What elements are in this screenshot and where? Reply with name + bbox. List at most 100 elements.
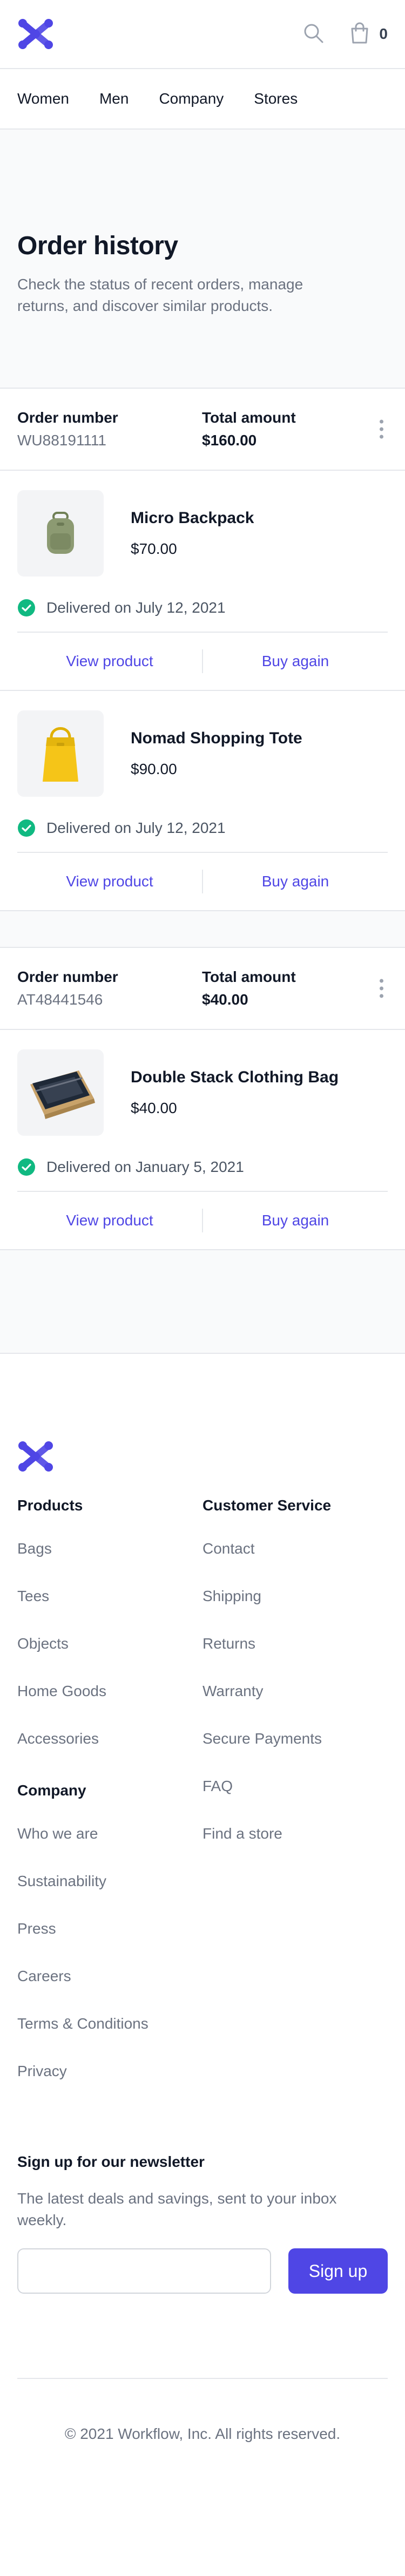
newsletter-heading: Sign up for our newsletter (17, 2153, 205, 2170)
section-spacer (0, 1250, 405, 1354)
newsletter-section: Sign up for our newsletter The latest de… (17, 2110, 388, 2294)
check-circle-icon (18, 819, 35, 837)
order-card: Order number AT48441546 Total amount $40… (0, 948, 405, 1250)
product-image-green-backpack (17, 490, 104, 577)
header-actions: 0 (302, 22, 388, 46)
nav-item-men[interactable]: Men (99, 90, 129, 107)
nav-item-stores[interactable]: Stores (254, 90, 298, 107)
footer-link-home-goods[interactable]: Home Goods (17, 1683, 202, 1730)
workflow-logo-icon (18, 1441, 53, 1472)
product-price: $40.00 (131, 1100, 177, 1116)
product-name: Nomad Shopping Tote (131, 729, 302, 747)
logo[interactable] (17, 18, 54, 50)
product-price: $70.00 (131, 540, 177, 557)
footer-link-shipping[interactable]: Shipping (202, 1588, 388, 1635)
footer-link-privacy[interactable]: Privacy (17, 2063, 202, 2110)
more-options-icon[interactable] (380, 419, 383, 439)
product-actions: View product Buy again (17, 632, 388, 690)
page-hero: Order history Check the status of recent… (0, 130, 405, 389)
site-footer: Products Bags Tees Objects Home Goods Ac… (0, 1354, 405, 2489)
view-product-link[interactable]: View product (17, 649, 202, 673)
order-number-label: Order number (17, 409, 118, 426)
order-number: Order number WU88191111 (17, 409, 202, 449)
order-number: Order number AT48441546 (17, 968, 202, 1008)
footer-link-terms[interactable]: Terms & Conditions (17, 2015, 202, 2063)
delivery-status: Delivered on January 5, 2021 (17, 1143, 388, 1191)
delivery-status-text: Delivered on July 12, 2021 (46, 599, 226, 616)
view-product-link[interactable]: View product (17, 1209, 202, 1232)
shopping-bag-icon (350, 22, 369, 46)
order-total-label: Total amount (202, 409, 296, 426)
footer-link-who-we-are[interactable]: Who we are (17, 1825, 202, 1873)
main-nav: Women Men Company Stores (0, 69, 405, 130)
order-total-value: $40.00 (202, 991, 248, 1008)
delivery-status: Delivered on July 12, 2021 (17, 584, 388, 632)
footer-company-list: Who we are Sustainability Press Careers … (17, 1825, 202, 2110)
newsletter-description: The latest deals and savings, sent to yo… (17, 2190, 337, 2228)
footer-link-faq[interactable]: FAQ (202, 1778, 388, 1825)
buy-again-link[interactable]: Buy again (203, 649, 388, 673)
order-total-label: Total amount (202, 968, 296, 985)
more-options-icon[interactable] (380, 979, 383, 998)
order-total: Total amount $40.00 (202, 968, 387, 1008)
product-summary: Double Stack Clothing Bag $40.00 (17, 1030, 388, 1143)
nav-item-company[interactable]: Company (159, 90, 224, 107)
check-circle-icon (18, 1158, 35, 1176)
product-info: Micro Backpack $70.00 (131, 509, 254, 558)
page-description: Check the status of recent orders, manag… (17, 276, 303, 314)
cart-count: 0 (379, 25, 388, 42)
footer-link-sustainability[interactable]: Sustainability (17, 1873, 202, 1920)
sign-up-button[interactable]: Sign up (288, 2248, 388, 2294)
order-header: Order number AT48441546 Total amount $40… (0, 948, 405, 1030)
footer-link-tees[interactable]: Tees (17, 1588, 202, 1635)
newsletter-form: Sign up (17, 2248, 388, 2294)
order-card: Order number WU88191111 Total amount $16… (0, 389, 405, 911)
product-name: Micro Backpack (131, 509, 254, 527)
footer-link-secure-payments[interactable]: Secure Payments (202, 1730, 388, 1778)
footer-products-list: Bags Tees Objects Home Goods Accessories (17, 1540, 202, 1778)
footer-link-bags[interactable]: Bags (17, 1540, 202, 1588)
footer-link-press[interactable]: Press (17, 1920, 202, 1968)
product-info: Nomad Shopping Tote $90.00 (131, 729, 302, 778)
footer-link-careers[interactable]: Careers (17, 1968, 202, 2015)
product-name: Double Stack Clothing Bag (131, 1068, 339, 1086)
delivery-status: Delivered on July 12, 2021 (17, 804, 388, 852)
copyright: © 2021 Workflow, Inc. All rights reserve… (17, 2378, 388, 2489)
order-product: Micro Backpack $70.00 Delivered on July … (0, 471, 405, 690)
view-product-link[interactable]: View product (17, 870, 202, 893)
cart-button[interactable]: 0 (350, 22, 388, 46)
email-field[interactable] (17, 2248, 271, 2294)
site-header: 0 (0, 0, 405, 69)
footer-column-left: Products Bags Tees Objects Home Goods Ac… (17, 1497, 202, 2110)
order-total-value: $160.00 (202, 432, 257, 449)
product-info: Double Stack Clothing Bag $40.00 (131, 1068, 339, 1117)
footer-products-heading: Products (17, 1497, 83, 1514)
product-price: $90.00 (131, 761, 177, 777)
order-product: Double Stack Clothing Bag $40.00 Deliver… (0, 1030, 405, 1249)
product-actions: View product Buy again (17, 1191, 388, 1249)
product-image-yellow-tote (17, 710, 104, 797)
order-number-value: AT48441546 (17, 991, 103, 1008)
page-title: Order history (17, 232, 178, 260)
footer-link-contact[interactable]: Contact (202, 1540, 388, 1588)
order-number-label: Order number (17, 968, 118, 985)
delivery-status-text: Delivered on January 5, 2021 (46, 1158, 244, 1175)
buy-again-link[interactable]: Buy again (203, 1209, 388, 1232)
search-icon[interactable] (302, 22, 324, 46)
buy-again-link[interactable]: Buy again (203, 870, 388, 893)
footer-logo[interactable] (17, 1354, 388, 1475)
order-product: Nomad Shopping Tote $90.00 Delivered on … (0, 690, 405, 910)
product-summary: Nomad Shopping Tote $90.00 (17, 691, 388, 804)
footer-link-warranty[interactable]: Warranty (202, 1683, 388, 1730)
footer-link-returns[interactable]: Returns (202, 1635, 388, 1683)
order-number-value: WU88191111 (17, 432, 106, 449)
footer-link-accessories[interactable]: Accessories (17, 1730, 202, 1778)
footer-link-find-a-store[interactable]: Find a store (202, 1825, 388, 1873)
check-circle-icon (18, 599, 35, 616)
footer-link-objects[interactable]: Objects (17, 1635, 202, 1683)
product-image-clothing-bag (17, 1049, 104, 1136)
section-spacer (0, 911, 405, 948)
footer-company-heading: Company (17, 1782, 86, 1799)
nav-item-women[interactable]: Women (17, 90, 69, 107)
delivery-status-text: Delivered on July 12, 2021 (46, 819, 226, 836)
